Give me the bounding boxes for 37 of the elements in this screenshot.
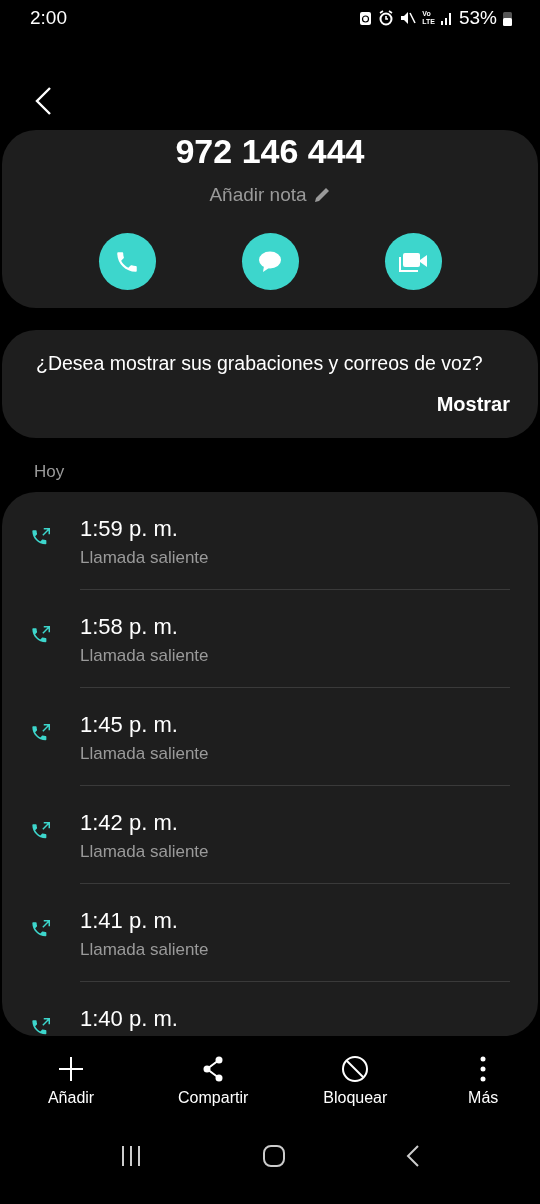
status-time: 2:00 [30,7,67,29]
call-time: 1:40 p. m. [80,1006,179,1032]
add-action-button[interactable]: Añadir [0,1055,143,1107]
call-button[interactable] [98,233,156,290]
plus-icon [57,1055,86,1083]
more-action-button[interactable]: Más [426,1055,540,1107]
message-button[interactable] [241,233,299,290]
video-call-button[interactable] [384,233,442,290]
call-type: Llamada saliente [80,646,210,666]
mute-icon [400,10,417,26]
phone-number: 972 146 444 [175,132,365,171]
block-icon [341,1055,370,1083]
call-time: 1:45 p. m. [80,712,179,738]
more-icon [479,1055,488,1083]
block-action-button[interactable]: Bloquear [284,1055,427,1107]
call-type: Llamada saliente [80,842,210,862]
voicemail-prompt: ¿Desea mostrar sus grabaciones y correos de voz? [36,352,484,375]
call-type: Llamada saliente [80,940,210,960]
add-note-button[interactable]: Añadir nota [203,183,337,207]
share-action-button[interactable]: Compartir [142,1055,285,1107]
call-time: 1:58 p. m. [80,614,179,640]
recent-apps-icon[interactable] [120,1145,142,1167]
signal-icon [440,11,453,25]
section-header: Hoy [34,462,66,482]
pencil-icon [312,186,331,204]
call-type: Llamada saliente [80,548,210,568]
battery-percent: 53% [458,7,497,29]
battery-icon [503,10,512,26]
back-nav-icon[interactable] [406,1144,420,1168]
call-time: 1:41 p. m. [80,908,179,934]
home-icon[interactable] [262,1144,286,1168]
call-time: 1:42 p. m. [80,810,179,836]
outgoing-call-icon [30,1016,52,1036]
alarm-icon [378,10,395,26]
call-type: Llamada saliente [80,744,210,764]
call-time: 1:59 p. m. [80,516,179,542]
show-button[interactable]: Mostrar [436,393,510,416]
